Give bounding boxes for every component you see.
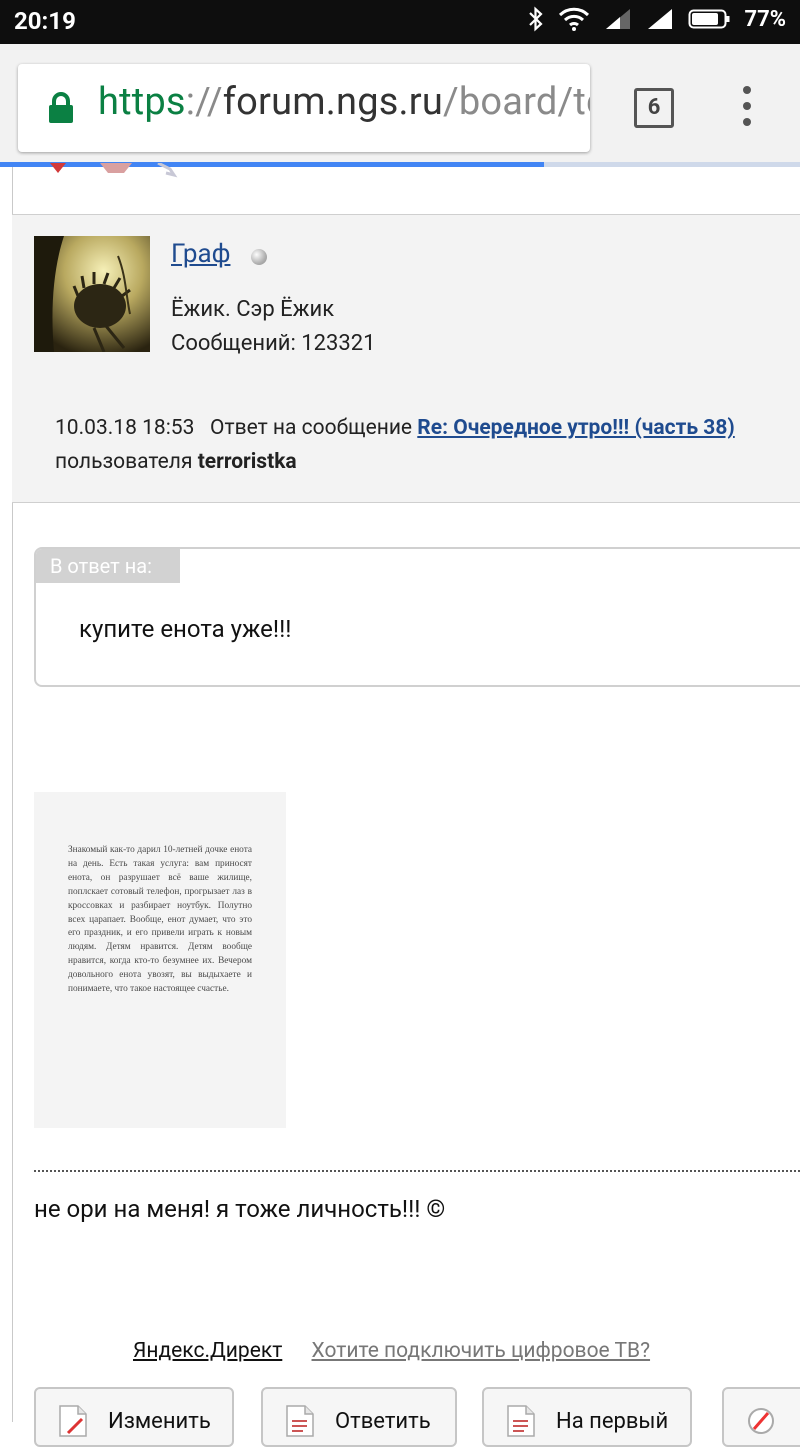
post-actions: Изменить Ответить На первый [34, 1387, 800, 1447]
attached-text-image[interactable]: Знакомый как-то дарил 10-летней дочке ен… [34, 792, 286, 1128]
attached-image-text: Знакомый как-то дарил 10-летней дочке ен… [68, 845, 252, 995]
ads-line: Яндекс.Директ Хотите подключить цифровое… [133, 1339, 650, 1363]
author-panel: Граф Ёжик. Сэр Ёжик Сообщений: 123321 [12, 214, 800, 392]
signature-divider [34, 1170, 800, 1172]
edit-doc-icon [59, 1405, 87, 1437]
signal-icon-2 [648, 9, 673, 29]
reply-user: terroristka [197, 450, 297, 474]
overflow-menu-icon[interactable] [740, 86, 754, 132]
reply-user-prefix: пользователя [55, 450, 193, 474]
avatar[interactable] [34, 236, 150, 352]
ad-link[interactable]: Хотите подключить цифровое ТВ? [312, 1339, 651, 1363]
battery-percent: 77% [744, 6, 786, 32]
wifi-icon [559, 7, 590, 31]
more-button[interactable] [722, 1387, 800, 1447]
author-username-link[interactable]: Граф [171, 239, 230, 269]
quote-block: В ответ на: купите енота уже!!! [34, 547, 800, 687]
toolbar-icons-clipped [50, 163, 178, 178]
tab-switcher-button[interactable]: 6 [634, 88, 674, 128]
reply-doc-icon [286, 1405, 314, 1437]
reply-to-link[interactable]: Re: Очередное утро!!! (часть 38) [417, 416, 734, 440]
reply-button[interactable]: Ответить [261, 1387, 457, 1447]
signal-icon [606, 9, 631, 29]
first-doc-icon [507, 1405, 535, 1437]
url-text: https://forum.ngs.ru/board/te [98, 80, 590, 124]
offline-status-icon [251, 249, 267, 265]
author-post-count: Сообщений: 123321 [171, 331, 376, 356]
to-first-button[interactable]: На первый [482, 1387, 692, 1447]
user-signature: не ори на меня! я тоже личность!!! © [34, 1195, 446, 1223]
status-bar: 20:19 77% [0, 0, 800, 44]
forum-post: Граф Ёжик. Сэр Ёжик Сообщений: 123321 10… [0, 163, 800, 1447]
battery-icon [688, 9, 730, 29]
yandex-direct-link[interactable]: Яндекс.Директ [133, 1339, 282, 1363]
author-title: Ёжик. Сэр Ёжик [171, 297, 335, 322]
complaint-icon [748, 1408, 774, 1434]
browser-toolbar: https://forum.ngs.ru/board/te 6 [0, 44, 800, 164]
post-meta: 10.03.18 18:53 Ответ на сообщение Re: Оч… [12, 390, 800, 503]
clock: 20:19 [14, 7, 76, 35]
post-datetime: 10.03.18 18:53 [55, 416, 195, 440]
bluetooth-icon [529, 6, 544, 32]
reply-to-prefix: Ответ на сообщение [210, 416, 413, 440]
address-bar[interactable]: https://forum.ngs.ru/board/te [18, 64, 590, 152]
quote-text: купите енота уже!!! [79, 615, 292, 643]
quote-label: В ответ на: [36, 549, 180, 583]
edit-button[interactable]: Изменить [34, 1387, 234, 1447]
lock-icon [49, 92, 73, 123]
